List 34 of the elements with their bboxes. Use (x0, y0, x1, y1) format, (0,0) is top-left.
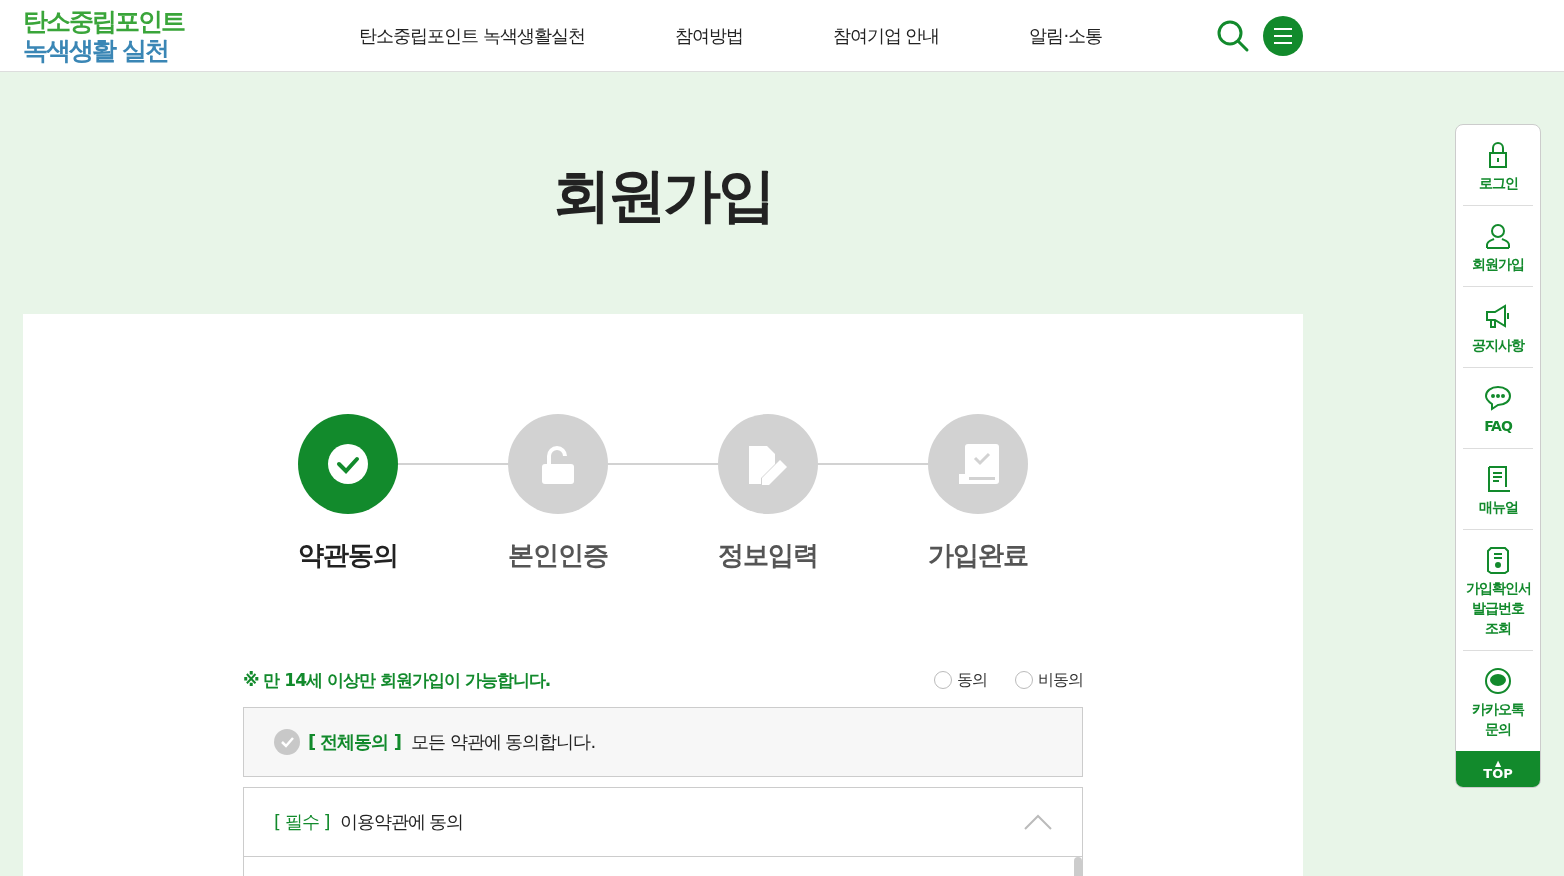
step-label: 가입완료 (928, 539, 1028, 572)
quick-menu-item[interactable]: 공지사항 (1463, 287, 1533, 368)
terms-title: 이용약관에 동의 (339, 810, 464, 834)
quick-menu-item[interactable]: 카카오톡 문의 (1463, 651, 1533, 751)
nav-link[interactable]: 알림·소통 (1029, 23, 1103, 48)
age-notice: ※ 만 14세 이상만 회원가입이 가능합니다. (243, 668, 551, 692)
nav-link[interactable]: 탄소중립포인트 녹색생활실천 (359, 23, 585, 48)
menu-icon[interactable] (1263, 15, 1303, 56)
nav-link[interactable]: 참여기업 안내 (832, 23, 940, 48)
certificate-icon (1484, 546, 1512, 574)
page-title: 회원가입 (553, 160, 773, 231)
checkbox[interactable] (274, 729, 300, 755)
quick-menu-item[interactable]: 회원가입 (1463, 206, 1533, 287)
step-label: 약관동의 (298, 539, 398, 572)
site-logo[interactable]: 탄소중립포인트 녹색생활 실천 (23, 6, 223, 65)
person-icon (1484, 222, 1512, 250)
top-button[interactable]: ▲ TOP (1456, 751, 1540, 787)
step-label: 정보입력 (718, 539, 818, 572)
caret-up-icon[interactable] (1024, 814, 1052, 830)
step-label: 본인인증 (508, 539, 608, 572)
required-tag: [ 필수 ] (274, 810, 330, 834)
megaphone-icon (1484, 303, 1512, 331)
radio-option[interactable]: 비동의 (1015, 669, 1083, 691)
chat-bubble-icon (1484, 384, 1512, 412)
quick-menu-item[interactable]: 로그인 (1463, 125, 1533, 206)
radio-option[interactable]: 동의 (934, 669, 987, 691)
quick-menu-item[interactable]: 매뉴얼 (1463, 449, 1533, 530)
nav-link[interactable]: 참여방법 (674, 23, 743, 48)
search-icon[interactable] (1216, 18, 1250, 53)
speech-bubble-icon (1484, 667, 1512, 695)
quick-menu-item[interactable]: 가입확인서 발급번호 조회 (1463, 530, 1533, 651)
agree-all-tag: [ 전체동의 ] (308, 730, 401, 754)
agree-all-text: 모든 약관에 동의합니다. (411, 730, 596, 754)
quick-menu-item[interactable]: FAQ (1463, 368, 1533, 449)
